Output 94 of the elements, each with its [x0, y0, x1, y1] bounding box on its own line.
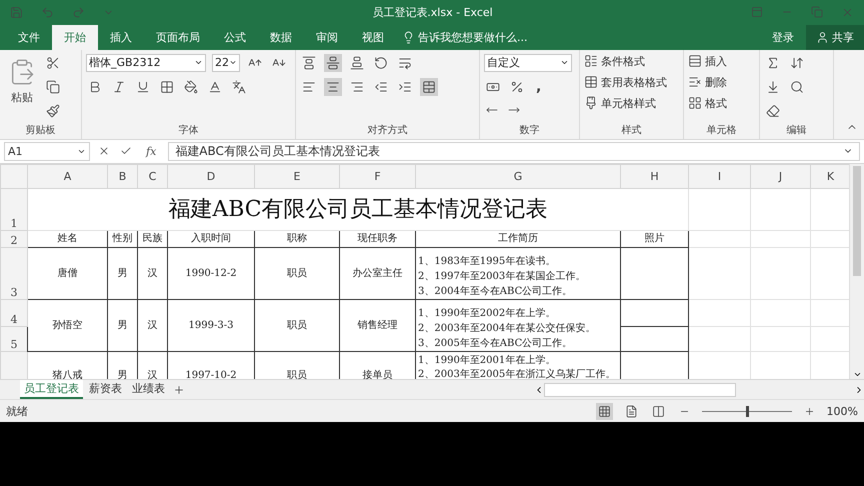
- column-heading: 职称: [254, 230, 340, 248]
- column-header[interactable]: D: [206, 170, 216, 183]
- row-number[interactable]: 4: [10, 312, 18, 326]
- column-heading: 照片: [620, 230, 688, 248]
- insert-function-button[interactable]: fx: [140, 144, 162, 158]
- column-header[interactable]: J: [778, 170, 782, 183]
- window-title: 员工登记表.xlsx - Excel: [371, 4, 494, 20]
- number-format-field[interactable]: 自定义: [484, 54, 572, 72]
- ribbon-tab[interactable]: 文件: [6, 24, 52, 50]
- group-label: 数字: [518, 124, 540, 138]
- resume-cell: 1、1990年至2002年在上学。 2、2003年至2004年在某公交任保安。 3、2005年至今在ABC公司工作。: [416, 299, 620, 352]
- column-heading: 民族: [138, 230, 168, 248]
- vertical-scrollbar[interactable]: [853, 166, 861, 276]
- table-cell: 职员: [254, 299, 340, 352]
- table-cell: 孙悟空: [28, 299, 108, 352]
- lightbulb-icon: [402, 30, 415, 44]
- ribbon-tab[interactable]: 插入: [98, 24, 144, 50]
- ribbon-tab[interactable]: 页面布局: [144, 24, 212, 50]
- sign-in-link[interactable]: 登录: [772, 30, 794, 45]
- table-cell: 唐僧: [28, 247, 108, 300]
- person-icon: [816, 30, 829, 44]
- middle-align-icon[interactable]: [324, 54, 342, 72]
- sheet-tab[interactable]: 业绩表: [128, 380, 169, 400]
- sheet-title: 福建ABC有限公司员工基本情况登记表: [168, 197, 548, 222]
- table-cell: 男: [108, 247, 138, 300]
- font-name-field[interactable]: 楷体_GB2312: [86, 54, 206, 72]
- column-header[interactable]: A: [64, 170, 72, 183]
- table-cell: 男: [108, 299, 138, 352]
- style-icon: [584, 54, 598, 68]
- normal-view-icon[interactable]: [596, 402, 613, 420]
- top-align-icon[interactable]: [300, 54, 318, 72]
- column-header[interactable]: E: [294, 170, 300, 183]
- styles-menu-button[interactable]: 条件格式: [584, 54, 667, 69]
- row-number[interactable]: 3: [10, 286, 18, 299]
- sheet-tab[interactable]: 薪资表: [85, 380, 126, 400]
- ribbon-tab[interactable]: 开始: [52, 24, 98, 50]
- cells-menu-button[interactable]: 格式: [688, 96, 727, 111]
- table-cell: 销售经理: [340, 299, 416, 352]
- ribbon-tab[interactable]: 视图: [350, 24, 396, 50]
- share-button[interactable]: 共享: [806, 24, 864, 50]
- cells-menu-button[interactable]: 插入: [688, 54, 727, 69]
- status-text: 就绪: [6, 404, 29, 419]
- style-icon: [584, 96, 598, 110]
- ribbon-tab[interactable]: 审阅: [304, 24, 350, 50]
- style-icon: [584, 75, 598, 90]
- column-heading: 现任职务: [340, 230, 416, 248]
- table-cell: 办公室主任: [340, 247, 416, 300]
- ribbon-tab[interactable]: 公式: [212, 24, 258, 50]
- group-label: 字体: [178, 124, 200, 138]
- comma-style-button[interactable]: ,: [532, 78, 546, 95]
- column-header[interactable]: F: [374, 170, 381, 183]
- phonetic-icon[interactable]: [230, 78, 248, 96]
- tell-me-field[interactable]: 告诉我您想要做什么...: [402, 24, 528, 50]
- group-label: 剪贴板: [24, 124, 56, 138]
- ribbon-tab[interactable]: 数据: [258, 24, 304, 50]
- table-cell: 汉: [138, 299, 168, 352]
- row-number[interactable]: 1: [10, 216, 18, 230]
- copy-icon[interactable]: [44, 78, 62, 96]
- horizontal-scrollbar[interactable]: [544, 382, 736, 397]
- formula-field[interactable]: 福建ABC有限公司员工基本情况登记表: [168, 142, 860, 161]
- column-header[interactable]: H: [650, 170, 659, 183]
- group-label: 样式: [620, 124, 642, 138]
- align-center-icon[interactable]: [324, 78, 342, 96]
- font-size-field[interactable]: 22: [212, 54, 240, 72]
- sheet-tab[interactable]: 员工登记表: [20, 380, 83, 400]
- row-number[interactable]: 5: [10, 338, 18, 351]
- paste-button[interactable]: 粘贴: [4, 54, 40, 124]
- resume-cell: 1、1983年至1995年在读书。 2、1997年至2003年在某国企工作。 3、2004年至今在ABC公司工作。: [416, 247, 620, 300]
- table-cell: 1999-3-3: [168, 299, 254, 352]
- styles-menu-button[interactable]: 单元格样式: [584, 96, 667, 111]
- table-cell: 1990-12-2: [168, 247, 254, 300]
- bottom-align-icon[interactable]: [348, 54, 366, 72]
- group-label: 单元格: [706, 124, 738, 138]
- merge-center-icon[interactable]: [420, 78, 438, 96]
- row-number[interactable]: 2: [10, 234, 18, 247]
- zoom-level[interactable]: 100%: [826, 404, 858, 418]
- group-label: 编辑: [786, 124, 808, 138]
- table-cell: 汉: [138, 247, 168, 300]
- column-header[interactable]: I: [718, 170, 722, 183]
- table-cell: 职员: [254, 247, 340, 300]
- cells-menu-button[interactable]: 删除: [688, 74, 727, 90]
- column-heading: 工作简历: [416, 230, 620, 248]
- column-header[interactable]: G: [514, 170, 522, 183]
- fill-color-icon[interactable]: [182, 78, 200, 96]
- column-heading: 姓名: [28, 230, 108, 248]
- styles-menu-button[interactable]: 套用表格格式: [584, 74, 667, 90]
- column-heading: 入职时间: [168, 230, 254, 248]
- column-heading: 性别: [108, 230, 138, 248]
- group-label: 对齐方式: [366, 124, 408, 138]
- zoom-slider[interactable]: [746, 406, 749, 417]
- column-header[interactable]: K: [826, 170, 834, 183]
- name-box[interactable]: A1: [4, 142, 90, 161]
- column-header[interactable]: B: [118, 170, 126, 183]
- column-header[interactable]: C: [148, 170, 156, 183]
